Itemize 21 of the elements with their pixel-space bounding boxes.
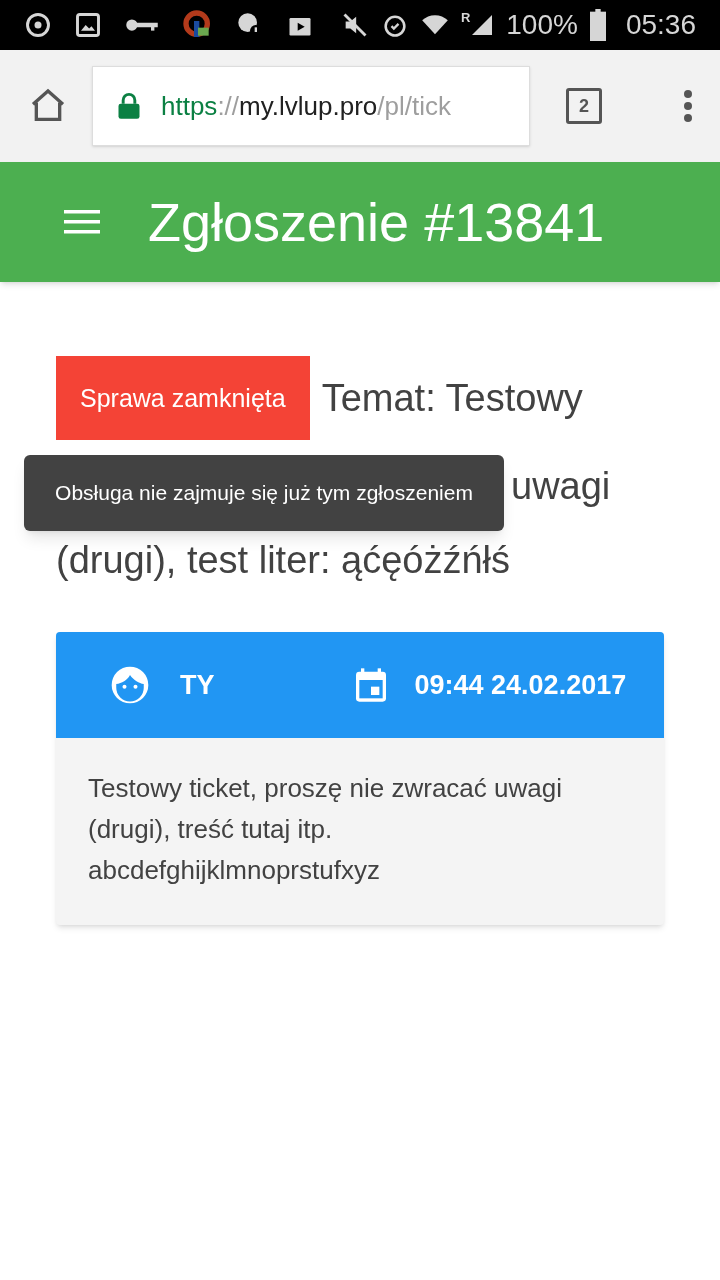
battery-percent: 100%	[506, 8, 578, 42]
tab-count-button[interactable]: 2	[566, 88, 602, 124]
battery-icon	[589, 9, 606, 41]
lock-icon	[117, 92, 141, 120]
clock: 05:36	[625, 8, 696, 42]
status-badge: Sprawa zamknięta	[56, 356, 310, 440]
ticket-subject: uwagi	[511, 464, 611, 509]
more-icon[interactable]	[684, 88, 692, 124]
url-text: https://my.lvlup.pro/pl/tick	[161, 89, 451, 123]
message-date: 09:44 24.02.2017	[414, 668, 627, 702]
author-name: TY	[180, 668, 215, 702]
page-title: Zgłoszenie #13841	[148, 190, 605, 254]
url-field[interactable]: https://my.lvlup.pro/pl/tick	[92, 66, 530, 146]
image-icon	[74, 11, 102, 39]
menu-icon[interactable]	[64, 208, 100, 236]
roaming-indicator: R	[460, 11, 471, 24]
message-body: Testowy ticket, proszę nie zwracać uwagi (drugi), treść tutaj itp. abcdefghijklmnoprstufxyz	[87, 772, 563, 887]
ticket-subject: Temat: Testowy	[321, 376, 583, 421]
ticket-subject: (drugi), test liter: ąćęóżźńłś	[56, 538, 511, 583]
tooltip: Obsługa nie zajmuje się już tym zgłoszeniem	[24, 455, 504, 531]
mute-icon	[340, 11, 369, 39]
